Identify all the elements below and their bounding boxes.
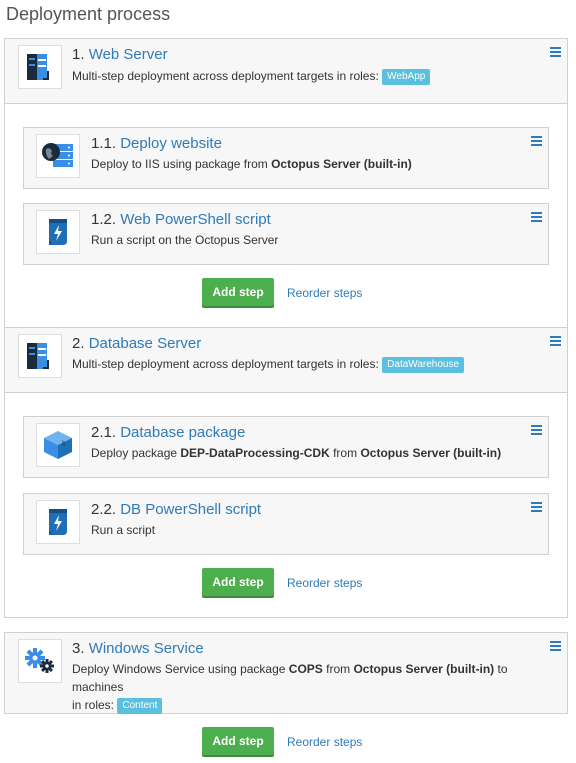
step-description-text: Multi-step deployment across deployment … <box>72 69 379 83</box>
add-step-button[interactable]: Add step <box>202 568 274 596</box>
step-description-text: Multi-step deployment across deployment … <box>72 357 379 371</box>
step-description: Multi-step deployment across deployment … <box>72 67 431 85</box>
reorder-steps-link[interactable]: Reorder steps <box>287 735 362 749</box>
step-menu-icon[interactable] <box>531 502 542 512</box>
step-menu-icon[interactable] <box>550 641 561 651</box>
child-step-db-powershell: 2.2. DB PowerShell script Run a script <box>23 493 549 555</box>
add-step-button[interactable]: Add step <box>202 727 274 755</box>
step-link-db-powershell[interactable]: DB PowerShell script <box>120 501 261 518</box>
step-link-web-powershell[interactable]: Web PowerShell script <box>120 211 271 228</box>
step-description: Multi-step deployment across deployment … <box>72 355 465 373</box>
step-number: 2. <box>72 335 85 352</box>
step-menu-icon[interactable] <box>531 212 542 222</box>
step-menu-icon[interactable] <box>550 336 561 346</box>
step-description: Deploy package DEP-DataProcessing-CDK fr… <box>91 444 501 462</box>
package-icon <box>36 423 80 467</box>
server-icon <box>18 45 62 89</box>
step-link-windows-service[interactable]: Windows Service <box>89 640 204 657</box>
child-step-deploy-website: 1.1. Deploy website Deploy to IIS using … <box>23 127 549 189</box>
step-number: 1.1. <box>91 135 117 152</box>
step-link-deploy-website[interactable]: Deploy website <box>120 135 222 152</box>
page-title: Deployment process <box>6 4 171 24</box>
description-text: Run a script <box>91 523 156 537</box>
description-text: Deploy Windows Service using package <box>72 662 289 676</box>
role-badge-webapp: WebApp <box>382 68 431 85</box>
step-card-web-server: 1. Web Server Multi-step deployment acro… <box>4 38 568 104</box>
role-badge-content: Content <box>117 697 163 714</box>
step-menu-icon[interactable] <box>531 425 542 435</box>
server-icon <box>18 334 62 378</box>
reorder-steps-link[interactable]: Reorder steps <box>287 576 362 590</box>
step-description: Run a script <box>91 521 155 539</box>
description-text: from <box>322 662 354 676</box>
role-badge-datawarehouse: DataWarehouse <box>382 356 465 373</box>
step-number: 1.2. <box>91 211 117 228</box>
step-link-database-package[interactable]: Database package <box>120 424 245 441</box>
package-name: DEP-DataProcessing-CDK <box>180 446 330 460</box>
script-icon <box>36 210 80 254</box>
description-text: Run a script on the Octopus Server <box>91 233 279 247</box>
step-number: 2.1. <box>91 424 117 441</box>
step-link-database-server[interactable]: Database Server <box>89 335 202 352</box>
package-source: Octopus Server (built-in) <box>353 662 495 676</box>
reorder-steps-link[interactable]: Reorder steps <box>287 286 362 300</box>
step-number: 1. <box>72 46 85 63</box>
description-text: Deploy to IIS using package from <box>91 157 272 171</box>
child-step-web-powershell: 1.2. Web PowerShell script Run a script … <box>23 203 549 265</box>
step-card-windows-service: 3. Windows Service Deploy Windows Servic… <box>4 632 568 714</box>
step-description: Run a script on the Octopus Server <box>91 231 278 249</box>
gears-icon <box>18 639 62 683</box>
package-source: Octopus Server (built-in) <box>271 157 412 171</box>
description-text: in roles: <box>72 698 115 712</box>
add-step-button[interactable]: Add step <box>202 278 274 306</box>
step-description: Deploy Windows Service using package COP… <box>72 660 562 714</box>
description-text: Deploy package <box>91 446 181 460</box>
globe-server-icon <box>36 134 80 178</box>
step-description: Deploy to IIS using package from Octopus… <box>91 155 412 173</box>
description-text: from <box>329 446 361 460</box>
script-icon <box>36 500 80 544</box>
step-menu-icon[interactable] <box>531 136 542 146</box>
step-menu-icon[interactable] <box>550 47 561 57</box>
package-name: COPS <box>288 662 323 676</box>
step-number: 3. <box>72 640 85 657</box>
package-source: Octopus Server (built-in) <box>360 446 502 460</box>
child-step-database-package: 2.1. Database package Deploy package DEP… <box>23 416 549 478</box>
step-number: 2.2. <box>91 501 117 518</box>
step-card-database-server: 2. Database Server Multi-step deployment… <box>4 327 568 393</box>
step-link-web-server[interactable]: Web Server <box>89 46 168 63</box>
